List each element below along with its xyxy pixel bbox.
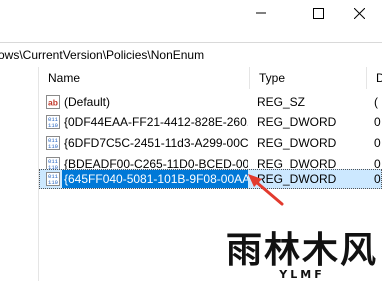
column-header-data[interactable]: D	[367, 67, 382, 89]
string-value-icon: ab	[46, 95, 60, 109]
dword-value-icon: 011 110	[46, 172, 60, 186]
key-tree-pane[interactable]	[0, 67, 39, 281]
list-item-selected[interactable]: 011 110 {645FF040-5081-101B-9F08-00AA...…	[39, 169, 382, 189]
address-path: ows\CurrentVersion\Policies\NonEnum	[0, 48, 205, 62]
title-bar	[0, 0, 382, 34]
column-header-type[interactable]: Type	[250, 67, 367, 89]
svg-text:110: 110	[48, 122, 58, 129]
svg-text:YLMF: YLMF	[278, 268, 324, 281]
svg-text:110: 110	[48, 179, 58, 186]
close-button[interactable]	[336, 0, 382, 26]
column-header-name[interactable]: Name	[39, 67, 250, 89]
list-item[interactable]: ab (Default) REG_SZ (	[39, 92, 382, 112]
close-icon	[353, 7, 365, 19]
dword-value-icon: 011 110	[46, 115, 60, 129]
list-header: Name Type D	[39, 67, 382, 89]
svg-text:ab: ab	[48, 98, 58, 108]
annotation-arrow-icon	[248, 174, 284, 206]
minimize-icon	[256, 12, 266, 14]
svg-text:雨林木风: 雨林木风	[226, 230, 378, 271]
list-item[interactable]: 011 110 {6DFD7C5C-2451-11d3-A299-00C... …	[39, 133, 382, 153]
watermark-logo: 雨林木风 YLMF	[226, 230, 378, 281]
list-item[interactable]: 011 110 {0DF44EAA-FF21-4412-828E-260... …	[39, 112, 382, 132]
maximize-button[interactable]	[295, 0, 341, 26]
minimize-button[interactable]	[238, 0, 284, 26]
maximize-icon	[312, 7, 324, 19]
dword-value-icon: 011 110	[46, 136, 60, 150]
address-bar[interactable]: ows\CurrentVersion\Policies\NonEnum	[0, 42, 382, 68]
svg-text:110: 110	[48, 143, 58, 150]
